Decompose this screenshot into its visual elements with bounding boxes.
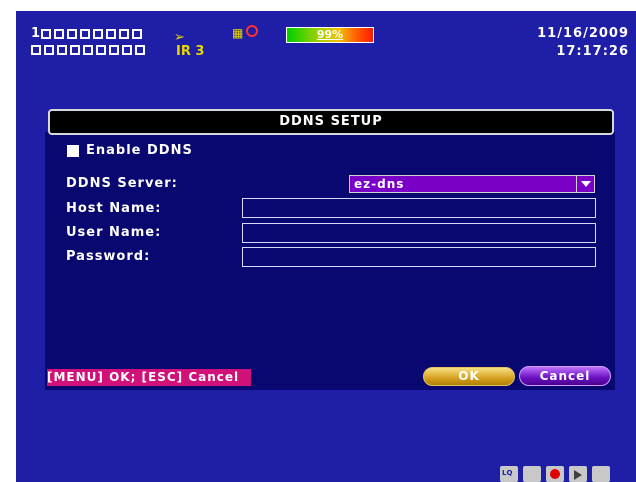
user-name-input[interactable] bbox=[242, 223, 596, 243]
bottom-toolbar bbox=[500, 466, 610, 482]
channel-indicator bbox=[119, 29, 129, 39]
cancel-button[interactable]: Cancel bbox=[519, 366, 611, 386]
channel-indicator bbox=[41, 29, 51, 39]
channel-indicator bbox=[44, 45, 54, 55]
record-status-icon bbox=[246, 25, 258, 37]
channel-indicator bbox=[31, 45, 41, 55]
channel-grid: 1 bbox=[31, 26, 148, 58]
dialog-title: DDNS SETUP bbox=[48, 109, 614, 135]
channel-indicator bbox=[93, 29, 103, 39]
password-input[interactable] bbox=[242, 247, 596, 267]
user-name-label: User Name: bbox=[66, 225, 162, 240]
hdd-icon: ▦ bbox=[232, 26, 244, 40]
ir-status: IR 3 bbox=[176, 44, 205, 59]
channel-indicator bbox=[83, 45, 93, 55]
ddns-server-select[interactable]: ez-dns bbox=[349, 175, 595, 193]
top-frame bbox=[0, 0, 636, 11]
play-icon[interactable] bbox=[569, 466, 587, 482]
lq-icon[interactable] bbox=[500, 466, 518, 482]
host-name-input[interactable] bbox=[242, 198, 596, 218]
channel-indicator bbox=[106, 29, 116, 39]
channel-row-1: 1 bbox=[31, 26, 148, 42]
key-hint: [MENU] OK; [ESC] Cancel bbox=[47, 369, 251, 386]
disk-usage-text: 99% bbox=[316, 28, 344, 41]
enable-ddns-row[interactable]: Enable DDNS bbox=[67, 143, 193, 158]
monitor-icon[interactable] bbox=[523, 466, 541, 482]
channel-indicator bbox=[96, 45, 106, 55]
channel-indicator bbox=[109, 45, 119, 55]
channel-number: 1 bbox=[31, 26, 41, 41]
chevron-down-icon[interactable] bbox=[576, 176, 594, 192]
password-label: Password: bbox=[66, 249, 151, 264]
host-name-label: Host Name: bbox=[66, 201, 162, 216]
left-frame bbox=[0, 0, 16, 482]
channel-indicator bbox=[54, 29, 64, 39]
channel-indicator bbox=[132, 29, 142, 39]
ddns-server-label: DDNS Server: bbox=[66, 176, 178, 191]
channel-indicator bbox=[57, 45, 67, 55]
disk-usage-bar: 99% bbox=[286, 27, 374, 43]
alarm-icon: ➢ bbox=[174, 30, 185, 45]
enable-ddns-label: Enable DDNS bbox=[86, 143, 193, 158]
channel-indicator bbox=[135, 45, 145, 55]
channel-indicator bbox=[80, 29, 90, 39]
time-display: 17:17:26 bbox=[556, 44, 629, 59]
search-icon[interactable] bbox=[592, 466, 610, 482]
ok-button[interactable]: OK bbox=[423, 367, 515, 386]
channel-indicator bbox=[70, 45, 80, 55]
enable-ddns-checkbox[interactable] bbox=[67, 144, 79, 157]
record-icon[interactable] bbox=[546, 466, 564, 482]
date-display: 11/16/2009 bbox=[537, 26, 629, 41]
channel-row-2 bbox=[31, 42, 148, 58]
channel-indicator bbox=[67, 29, 77, 39]
channel-indicator bbox=[122, 45, 132, 55]
ddns-server-value: ez-dns bbox=[354, 177, 405, 191]
